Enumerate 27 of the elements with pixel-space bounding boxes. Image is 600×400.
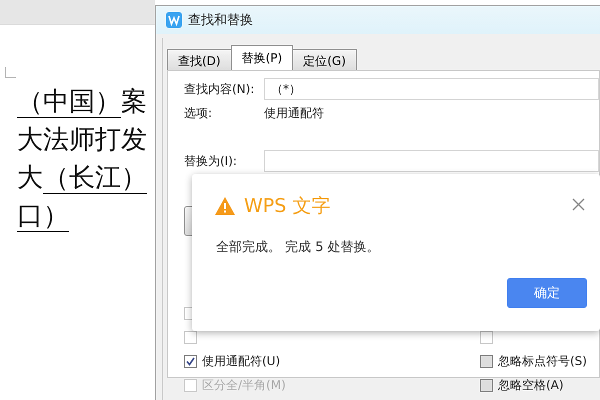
checkbox[interactable] [184,354,197,368]
document-text-line: 口） [17,200,70,234]
document-text-line: 大法师打发 [17,124,148,157]
dialog-title: WPS 文字 [244,194,330,219]
document-text-line: （中国）案 [17,86,148,120]
checkbox-label: 使用通配符(U) [202,352,280,370]
checkbox-label: 忽略标点符号(S) [498,352,587,370]
checkbox-label: 区分全/半角(M) [202,376,286,394]
replace-field[interactable] [264,150,599,172]
tab[interactable]: 定位(G) [292,49,357,70]
message-text: 全部完成。 完成 5 处替换。 [215,239,381,256]
find-field[interactable]: （*） [264,78,599,100]
checkbox[interactable] [480,378,493,392]
document-text-line: 大（长江） [17,162,148,196]
find-label: 查找内容(N): [184,80,256,98]
tab[interactable]: 替换(P) [230,45,294,70]
app-logo-icon [166,12,182,28]
close-icon[interactable] [572,198,585,211]
tab[interactable]: 查找(D) [167,49,232,70]
checkbox[interactable] [480,354,493,368]
checkbox-label: 忽略空格(A) [498,376,564,394]
replace-label: 替换为(I): [184,152,238,170]
options-value: 使用通配符 [264,104,324,122]
ok-button[interactable]: 确定 [507,278,587,308]
options-label: 选项: [184,104,214,122]
warning-icon [214,196,236,216]
window-title: 查找和替换 [188,12,253,29]
